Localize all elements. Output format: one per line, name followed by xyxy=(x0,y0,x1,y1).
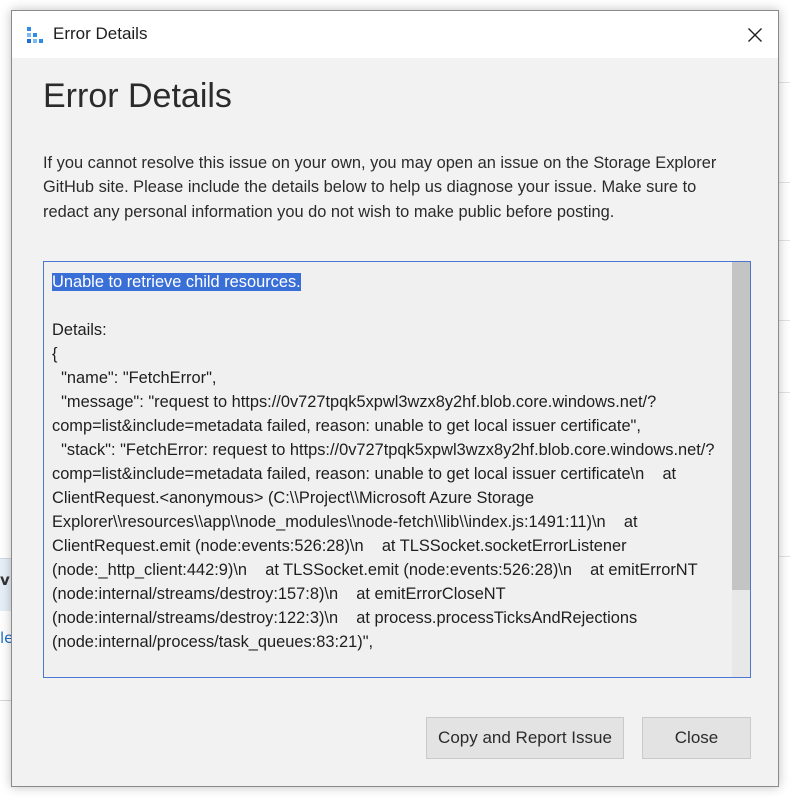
selected-error-summary: Unable to retrieve child resources. xyxy=(52,273,301,291)
background-divider xyxy=(778,182,790,183)
scrollbar-thumb[interactable] xyxy=(732,262,750,590)
copy-and-report-issue-button[interactable]: Copy and Report Issue xyxy=(426,717,624,759)
close-button[interactable]: Close xyxy=(642,717,751,759)
vertical-scrollbar[interactable] xyxy=(732,262,750,677)
close-icon xyxy=(748,27,762,42)
window-close-button[interactable] xyxy=(732,11,778,58)
background-divider xyxy=(778,556,790,557)
background-divider xyxy=(778,240,790,241)
error-details-dialog: Error Details Error Details If you canno… xyxy=(11,10,779,787)
error-details-textbox[interactable]: Unable to retrieve child resources. Deta… xyxy=(43,261,751,678)
title-bar[interactable]: Error Details xyxy=(12,11,778,58)
background-divider xyxy=(778,82,790,83)
window-title: Error Details xyxy=(53,24,148,43)
background-divider xyxy=(778,320,790,321)
page-title: Error Details xyxy=(43,77,232,115)
dialog-description: If you cannot resolve this issue on your… xyxy=(43,154,717,221)
error-details-body: Details: { "name": "FetchError", "messag… xyxy=(52,321,715,651)
storage-explorer-icon xyxy=(27,27,43,43)
background-divider xyxy=(778,392,790,393)
error-details-content: Unable to retrieve child resources. Deta… xyxy=(52,270,732,654)
